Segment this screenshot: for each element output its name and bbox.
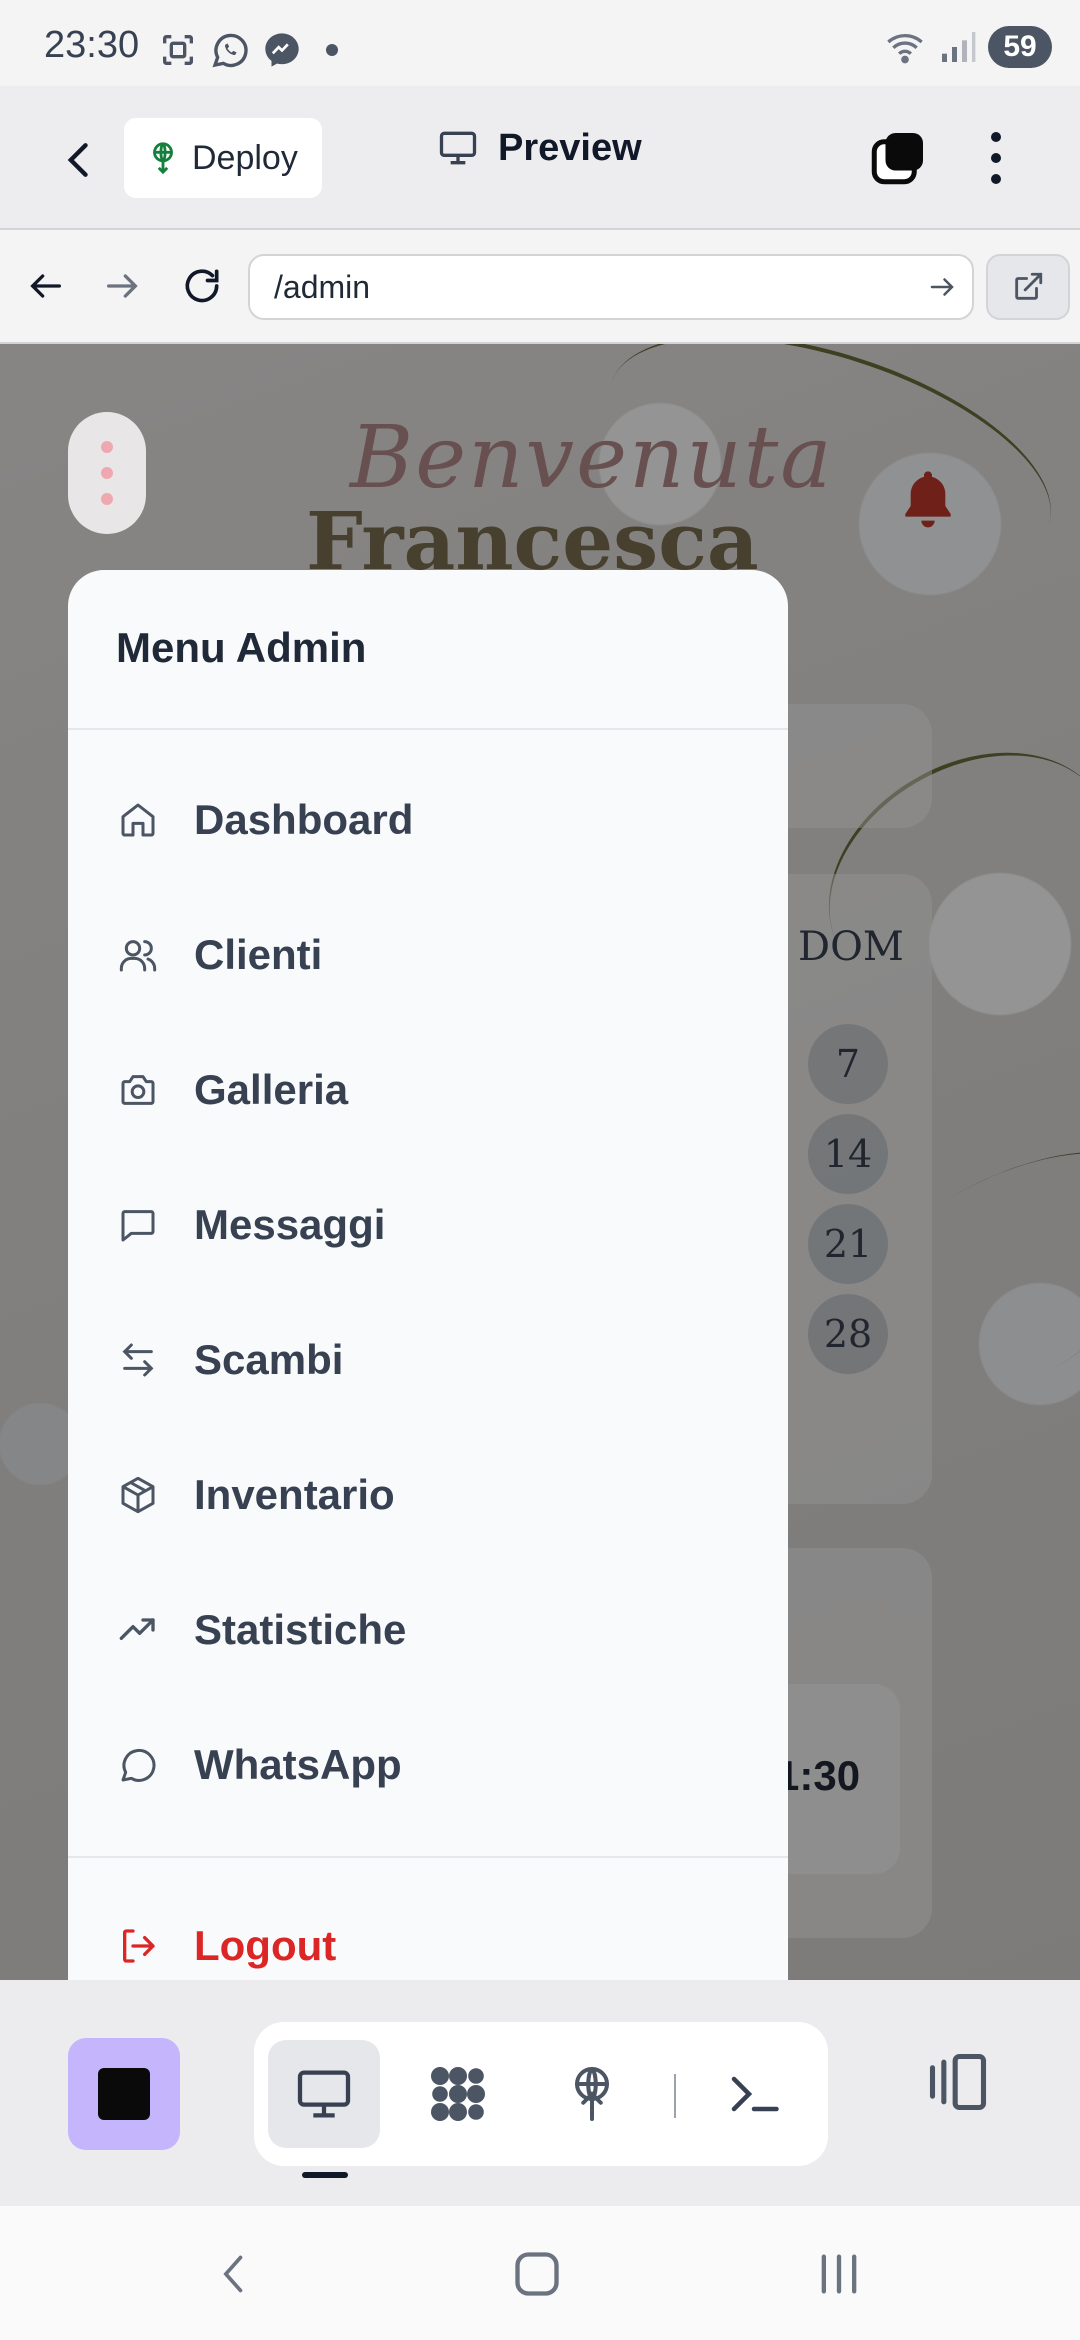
stop-icon <box>98 2068 150 2120</box>
system-recents-button[interactable] <box>804 2244 874 2304</box>
camera-icon <box>116 1068 160 1112</box>
home-square-icon <box>515 2252 559 2296</box>
menu-item-scambi[interactable]: Scambi <box>68 1300 788 1420</box>
deploy-button[interactable]: Deploy <box>124 118 322 198</box>
message-square-icon <box>116 1203 160 1247</box>
signal-icon <box>942 32 976 62</box>
system-icons: 59 <box>884 26 1052 68</box>
terminal-tool-button[interactable] <box>698 2040 810 2148</box>
system-home-button[interactable] <box>502 2244 572 2304</box>
menu-dot <box>101 493 113 505</box>
back-button[interactable] <box>50 130 110 190</box>
tabs-switcher-icon[interactable] <box>868 128 928 188</box>
arrow-left-icon <box>30 274 61 298</box>
menu-dot <box>101 441 113 453</box>
menu-item-inventario[interactable]: Inventario <box>68 1435 788 1555</box>
status-bar: 23:30 59 <box>0 0 1080 86</box>
messenger-icon <box>265 33 299 67</box>
tool-switcher <box>254 2022 828 2166</box>
menu-item-label: Dashboard <box>194 796 414 843</box>
active-tab-indicator <box>302 2172 348 2178</box>
bottom-toolbar <box>0 1980 1080 2206</box>
stop-button[interactable] <box>68 2038 180 2150</box>
recents-icon <box>821 2254 857 2294</box>
menu-item-label: Galleria <box>194 1066 349 1113</box>
url-go-button[interactable] <box>912 257 972 317</box>
menu-toggle-button[interactable] <box>68 412 146 534</box>
deploy-icon <box>153 142 173 175</box>
tool-separator <box>674 2074 676 2118</box>
more-dot <box>991 174 1001 184</box>
monitor-icon <box>439 131 477 165</box>
more-dot <box>991 153 1001 163</box>
arrow-right-icon <box>930 278 954 296</box>
menu-item-dashboard[interactable]: Dashboard <box>68 760 788 880</box>
preview-tool-button[interactable] <box>268 2040 380 2148</box>
menu-divider <box>68 728 788 730</box>
notification-icons <box>158 30 338 70</box>
browser-back-button[interactable] <box>18 258 74 314</box>
open-external-button[interactable] <box>986 254 1070 320</box>
system-navigation-bar <box>0 2206 1080 2340</box>
logout-button[interactable]: Logout <box>68 1886 788 1980</box>
logout-label: Logout <box>194 1922 337 1969</box>
terminal-icon <box>731 2076 779 2112</box>
menu-item-label: Scambi <box>194 1336 344 1383</box>
screenshot-icon <box>163 35 193 65</box>
reload-icon <box>185 269 219 303</box>
menu-item-label: Inventario <box>194 1471 395 1518</box>
menu-item-statistiche[interactable]: Statistiche <box>68 1570 788 1690</box>
menu-item-whatsapp[interactable]: WhatsApp <box>68 1705 788 1825</box>
menu-item-label: WhatsApp <box>194 1741 402 1788</box>
logout-icon <box>116 1924 160 1968</box>
package-icon <box>116 1473 160 1517</box>
dot-icon <box>326 44 338 56</box>
deploy-icon <box>575 2067 609 2121</box>
menu-item-label: Statistiche <box>194 1606 407 1653</box>
chevron-left-icon <box>67 143 88 177</box>
browser-bar: /admin <box>0 230 1080 344</box>
menu-item-clienti[interactable]: Clienti <box>68 895 788 1015</box>
apps-tool-button[interactable] <box>402 2040 514 2148</box>
menu-item-messaggi[interactable]: Messaggi <box>68 1165 788 1285</box>
app-bar: Deploy Preview <box>0 86 1080 230</box>
url-text: /admin <box>274 268 371 305</box>
arrow-right-icon <box>107 274 138 298</box>
menu-item-label: Messaggi <box>194 1201 386 1248</box>
external-link-icon <box>1015 272 1043 300</box>
battery-indicator: 59 <box>988 26 1052 68</box>
more-options-button[interactable] <box>976 126 1016 190</box>
home-icon <box>116 798 160 842</box>
arrows-exchange-icon <box>116 1338 160 1382</box>
browser-forward-button[interactable] <box>94 258 150 314</box>
chevron-left-icon <box>223 2255 243 2293</box>
admin-menu-drawer: Menu Admin Dashboard Clienti Galleria Me… <box>68 570 788 1980</box>
apps-icon <box>431 2067 485 2121</box>
preview-label: Preview <box>498 126 642 169</box>
menu-dot <box>101 467 113 479</box>
layout-toggle-button[interactable] <box>916 2040 1000 2124</box>
url-input[interactable]: /admin <box>248 254 974 320</box>
preview-tab[interactable]: Preview <box>436 126 642 170</box>
wifi-icon <box>887 34 923 64</box>
more-dot <box>991 132 1001 142</box>
system-back-button[interactable] <box>200 2244 270 2304</box>
menu-divider <box>68 1856 788 1858</box>
panel-layout-icon <box>929 2053 987 2111</box>
users-icon <box>116 933 160 977</box>
trending-up-icon <box>116 1608 160 1652</box>
message-circle-icon <box>116 1743 160 1787</box>
menu-title: Menu Admin <box>116 624 367 671</box>
reload-button[interactable] <box>174 258 230 314</box>
menu-item-galleria[interactable]: Galleria <box>68 1030 788 1150</box>
deploy-tool-button[interactable] <box>536 2040 648 2148</box>
monitor-icon <box>297 2070 351 2118</box>
deploy-label: Deploy <box>192 138 298 177</box>
menu-item-label: Clienti <box>194 931 323 978</box>
whatsapp-icon <box>212 33 248 68</box>
status-time: 23:30 <box>44 24 140 66</box>
